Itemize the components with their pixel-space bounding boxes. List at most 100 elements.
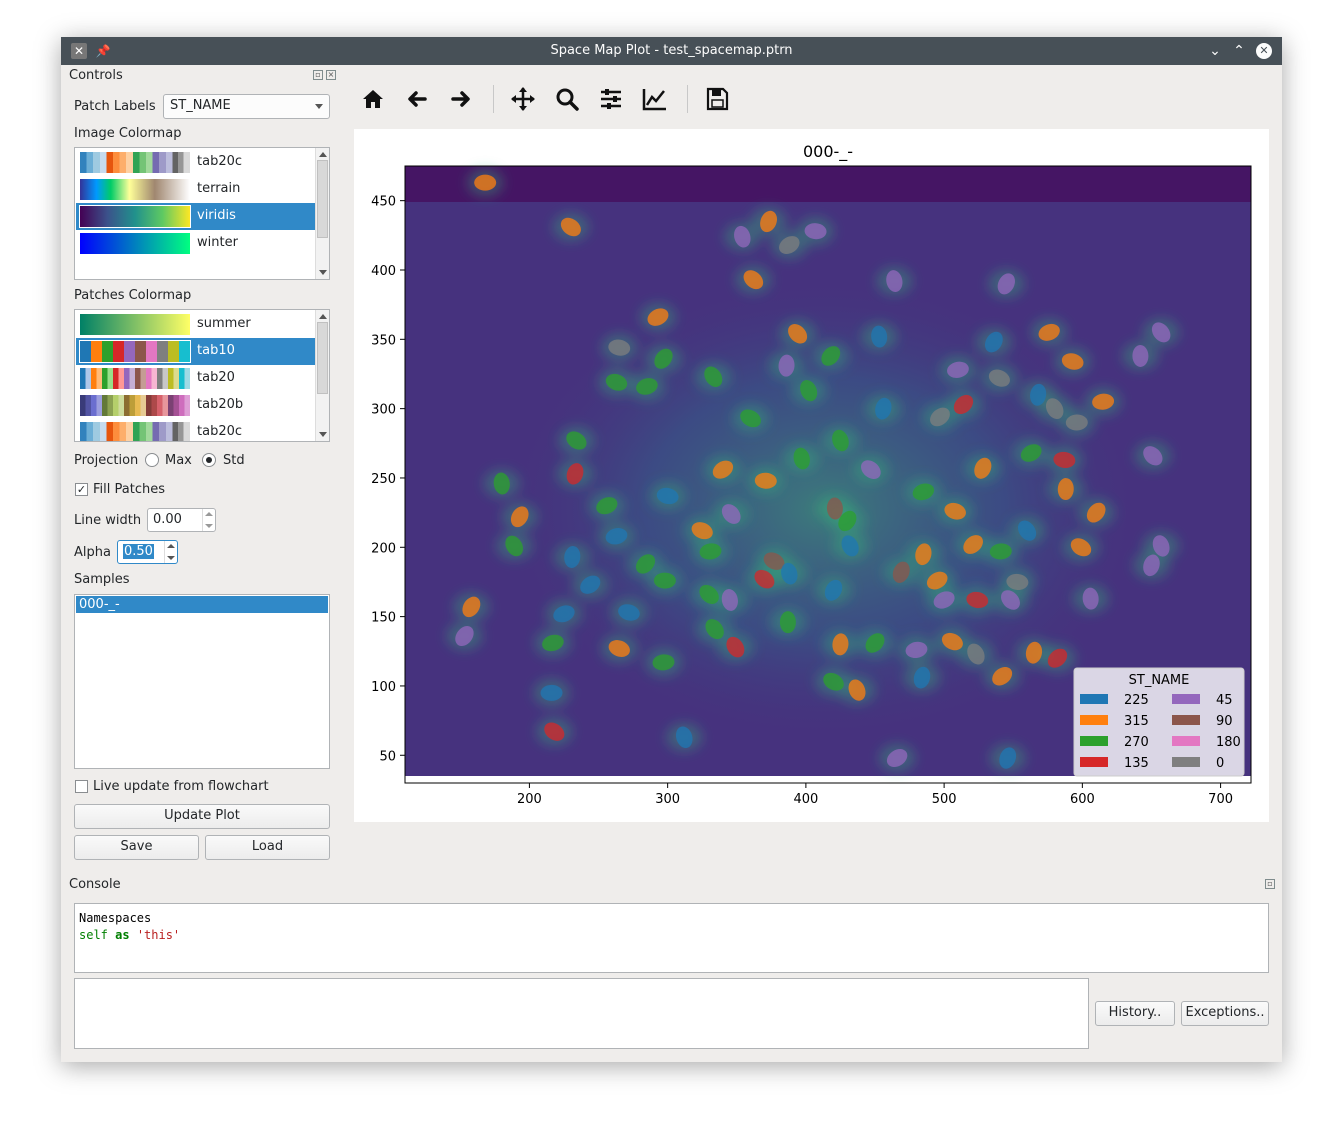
console-pane-title: Console [69, 877, 121, 892]
patches-colormap-list[interactable]: summer tab10 tab20 tab20b tab20c [74, 309, 330, 442]
colormap-item-label: terrain [197, 181, 241, 196]
controls-pane-title: Controls [69, 68, 123, 83]
console-line-self: self as 'this' [79, 927, 1264, 944]
exceptions-button[interactable]: Exceptions.. [1181, 1001, 1269, 1026]
fill-patches-label: Fill Patches [93, 482, 165, 497]
patch-315 [474, 174, 497, 191]
colormap-item-label: tab20 [197, 370, 235, 385]
legend-swatch [1172, 694, 1200, 704]
y-tick-label: 400 [371, 264, 396, 279]
legend-swatch [1172, 757, 1200, 767]
pan-icon[interactable] [509, 85, 537, 113]
projection-std-label: Std [223, 453, 245, 468]
alpha-label: Alpha [74, 545, 111, 560]
image-colormap-label: Image Colormap [74, 126, 182, 141]
chevron-down-icon [315, 104, 323, 109]
close-icon[interactable]: ✕ [1256, 43, 1272, 59]
x-axis: 200 300 400 500 600 700 [517, 783, 1233, 807]
y-tick-label: 300 [371, 403, 396, 418]
legend-swatch [1080, 736, 1108, 746]
x-tick-label: 500 [932, 792, 957, 807]
zoom-icon[interactable] [553, 85, 581, 113]
colormap-item-tab10[interactable]: tab10 [76, 338, 316, 365]
x-tick-label: 400 [793, 792, 818, 807]
legend-title: ST_NAME [1129, 673, 1190, 688]
tab20b-swatch [80, 395, 190, 416]
float-pane-icon[interactable]: ▫ [313, 70, 323, 80]
alpha-spinbox[interactable]: 0.50 [117, 540, 178, 564]
patches-colormap-label: Patches Colormap [74, 288, 192, 303]
colormap-item-tab20[interactable]: tab20 [76, 365, 316, 392]
minimize-icon[interactable]: ⌄ [1207, 43, 1223, 59]
tab20-swatch [80, 368, 190, 389]
samples-list[interactable]: 000-_- [74, 594, 330, 769]
tab20c-swatch [80, 422, 190, 441]
history-button[interactable]: History.. [1095, 1001, 1175, 1026]
plot-canvas[interactable]: 200 300 400 500 600 700 50 100 150 200 250 300 350 4… [354, 129, 1269, 822]
x-tick-label: 300 [655, 792, 680, 807]
sample-item[interactable]: 000-_- [76, 596, 328, 613]
colormap-item-tab20b[interactable]: tab20b [76, 392, 316, 419]
y-tick-label: 250 [371, 472, 396, 487]
x-tick-label: 600 [1070, 792, 1095, 807]
edit-axis-icon[interactable] [641, 85, 669, 113]
space-map-chart[interactable]: 200 300 400 500 600 700 50 100 150 200 250 300 350 4… [354, 129, 1269, 822]
live-update-label: Live update from flowchart [93, 779, 269, 794]
forward-arrow-icon[interactable] [447, 85, 475, 113]
home-icon[interactable] [359, 85, 387, 113]
back-arrow-icon[interactable] [403, 85, 431, 113]
console-token: self [79, 928, 108, 942]
colormap-item-winter[interactable]: winter [76, 230, 316, 257]
maximize-icon[interactable]: ⌃ [1231, 43, 1247, 59]
colormap-item-label: tab10 [197, 343, 235, 358]
window-title: Space Map Plot - test_spacemap.ptrn [550, 43, 793, 58]
colormap-item-viridis[interactable]: viridis [76, 203, 316, 230]
legend-label: 315 [1124, 714, 1149, 729]
y-axis: 50 100 150 200 250 300 350 400 450 [371, 195, 405, 764]
legend-swatch [1080, 757, 1108, 767]
tab10-swatch [79, 340, 191, 363]
live-update-checkbox[interactable] [75, 780, 88, 793]
line-width-stepper[interactable] [202, 509, 215, 531]
colormap-item-label: summer [197, 316, 251, 331]
terrain-swatch [80, 179, 190, 200]
colormap-item-terrain[interactable]: terrain [76, 176, 316, 203]
legend-label: 90 [1216, 714, 1233, 729]
image-colormap-list[interactable]: tab20c terrain viridis winter [74, 147, 330, 280]
chart-title: 000-_- [803, 142, 853, 162]
projection-std-radio[interactable] [202, 453, 216, 467]
close-pane-icon[interactable]: × [326, 70, 336, 80]
image-colormap-scrollbar[interactable] [315, 148, 329, 279]
colormap-item-tab20c[interactable]: tab20c [76, 149, 316, 176]
configure-subplots-icon[interactable] [597, 85, 625, 113]
colormap-item-summer[interactable]: summer [76, 311, 316, 338]
console-input[interactable] [74, 978, 1089, 1049]
y-tick-label: 450 [371, 195, 396, 210]
winter-swatch [80, 233, 190, 254]
console-line-namespaces: Namespaces [79, 911, 152, 925]
toolbar-separator [493, 85, 494, 113]
patch-labels-value: ST_NAME [170, 98, 231, 113]
projection-max-radio[interactable] [145, 453, 159, 467]
alpha-stepper[interactable] [164, 541, 177, 563]
load-button[interactable]: Load [205, 835, 330, 860]
alpha-value: 0.50 [123, 544, 154, 559]
float-pane-icon[interactable]: ▫ [1265, 879, 1275, 889]
line-width-label: Line width [74, 513, 142, 528]
update-plot-button[interactable]: Update Plot [74, 804, 330, 829]
save-button[interactable]: Save [74, 835, 199, 860]
x-tick-label: 200 [517, 792, 542, 807]
line-width-spinbox[interactable]: 0.00 [147, 508, 216, 532]
fill-patches-checkbox[interactable]: ✓ [75, 483, 88, 496]
projection-max-label: Max [165, 453, 192, 468]
colormap-item-tab20c[interactable]: tab20c [76, 419, 316, 441]
legend-label: 45 [1216, 693, 1233, 708]
save-icon[interactable] [703, 85, 731, 113]
console-output[interactable]: Namespaces self as 'this' [74, 903, 1269, 973]
patch-labels-label: Patch Labels [74, 99, 156, 114]
y-tick-label: 350 [371, 333, 396, 348]
legend-swatch [1080, 715, 1108, 725]
legend: ST_NAME 225 315 270 135 45 90 180 0 [1073, 667, 1245, 777]
patches-colormap-scrollbar[interactable] [315, 310, 329, 441]
patch-labels-combo[interactable]: ST_NAME [163, 94, 330, 119]
